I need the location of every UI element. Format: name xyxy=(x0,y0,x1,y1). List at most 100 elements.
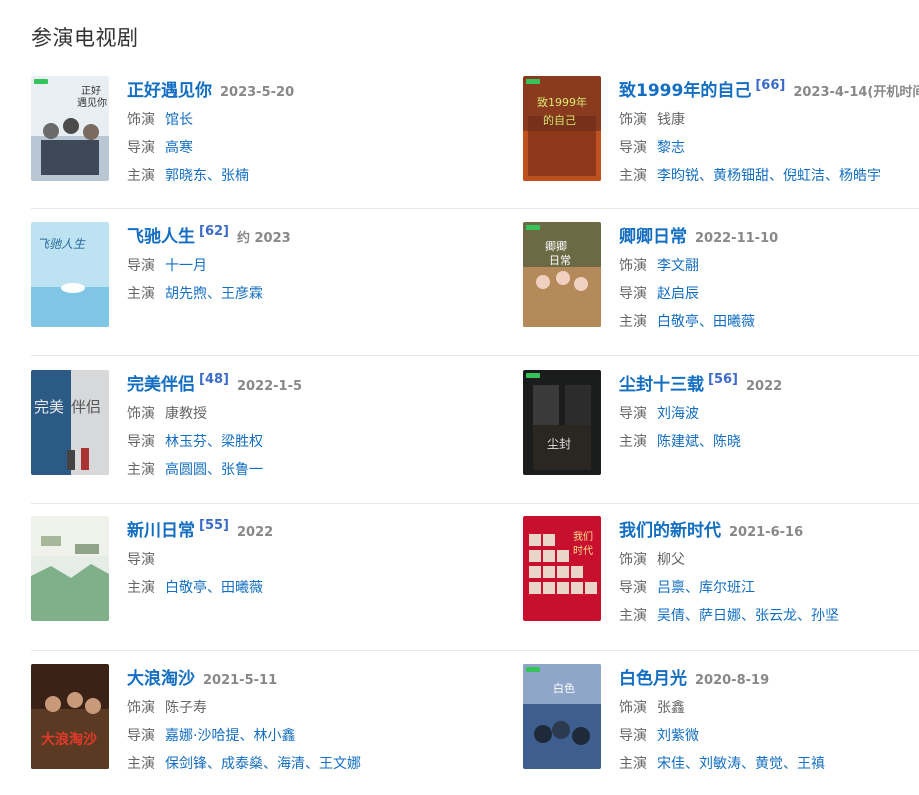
drama-title-link[interactable]: 白色月光 xyxy=(619,669,687,689)
person-link[interactable]: 陈建斌 xyxy=(657,434,699,450)
drama-item: 白色 白色月光 2020-8-19 饰演 张鑫 导演 刘紫微 主演 宋佳、刘敏涛、黄觉、王禛 xyxy=(523,664,919,784)
person-link[interactable]: 张云龙 xyxy=(755,608,797,624)
credit-label: 主演 xyxy=(127,580,155,596)
person-link[interactable]: 王文娜 xyxy=(319,756,361,772)
poster-qingqing-richang[interactable]: 卿卿 日常 xyxy=(523,222,601,327)
person-link[interactable]: 嘉娜·沙哈提 xyxy=(165,728,239,744)
poster-dalang-taosha[interactable]: 大浪淘沙 xyxy=(31,664,109,769)
person-link[interactable]: 库尔班江 xyxy=(699,580,755,596)
drama-title-link[interactable]: 致1999年的自己 xyxy=(619,81,751,101)
person-link[interactable]: 刘海波 xyxy=(657,406,699,422)
person-link[interactable]: 成泰燊 xyxy=(221,756,263,772)
person-link[interactable]: 林小鑫 xyxy=(253,728,295,744)
person-link[interactable]: 倪虹洁 xyxy=(783,168,825,184)
person-link[interactable]: 海清 xyxy=(277,756,305,772)
person-link[interactable]: 白敬亭 xyxy=(165,580,207,596)
drama-title-link[interactable]: 卿卿日常 xyxy=(619,227,687,247)
release-date: 约 2023 xyxy=(236,231,291,246)
person-link[interactable]: 梁胜权 xyxy=(221,434,263,450)
drama-item: 新川日常 [55] 2022 导演 主演 白敬亭、田曦薇 xyxy=(31,516,511,636)
drama-info: 我们的新时代 2021-6-16 饰演 柳父 导演 吕禀、库尔班江 主演 吴倩、萨日娜、张云龙… xyxy=(619,516,919,630)
drama-item: 我们 时代 我们的新时代 2021-6-16 饰演 柳父 导演 吕禀、库尔班江 主演 吴倩、萨日娜… xyxy=(523,516,919,636)
drama-title-link[interactable]: 我们的新时代 xyxy=(619,521,721,541)
person-link[interactable]: 黄杨钿甜 xyxy=(713,168,769,184)
drama-title-link[interactable]: 尘封十三载 xyxy=(619,375,704,395)
separator: 、 xyxy=(699,168,713,184)
svg-text:的自己: 的自己 xyxy=(543,113,576,127)
person-link[interactable]: 王彦霖 xyxy=(221,286,263,302)
person-link[interactable]: 高寒 xyxy=(165,140,193,156)
person-link[interactable]: 宋佳 xyxy=(657,756,685,772)
credit-line: 饰演 陈子寿 xyxy=(127,694,511,722)
credit-line: 饰演 张鑫 xyxy=(619,694,919,722)
reference-link[interactable]: [48] xyxy=(199,372,229,387)
credit-label: 导演 xyxy=(619,140,647,156)
poster-women-de-xinshidai[interactable]: 我们 时代 xyxy=(523,516,601,621)
drama-info: 白色月光 2020-8-19 饰演 张鑫 导演 刘紫微 主演 宋佳、刘敏涛、黄觉、王禛 xyxy=(619,664,919,778)
person-link[interactable]: 王禛 xyxy=(797,756,825,772)
person-link[interactable]: 吴倩 xyxy=(657,608,685,624)
title-line: 正好遇见你 2023-5-20 xyxy=(127,76,511,106)
person-link[interactable]: 林玉芬 xyxy=(165,434,207,450)
person-link[interactable]: 李昀锐 xyxy=(657,168,699,184)
drama-title-link[interactable]: 完美伴侣 xyxy=(127,375,195,395)
person-link[interactable]: 馆长 xyxy=(165,112,193,128)
person-link[interactable]: 田曦薇 xyxy=(713,314,755,330)
credit-line: 导演 吕禀、库尔班江 xyxy=(619,574,919,602)
credit-line: 主演 白敬亭、田曦薇 xyxy=(619,308,919,336)
separator: 、 xyxy=(207,168,221,184)
credit-label: 导演 xyxy=(127,552,155,568)
person-link[interactable]: 十一月 xyxy=(165,258,207,274)
person-link[interactable]: 张鲁一 xyxy=(221,462,263,478)
drama-title-link[interactable]: 正好遇见你 xyxy=(127,81,212,101)
separator: 、 xyxy=(207,286,221,302)
separator: 、 xyxy=(685,580,699,596)
title-line: 卿卿日常 2022-11-10 xyxy=(619,222,919,252)
person-link: 康教授 xyxy=(165,406,207,422)
poster-wanmei-banlv[interactable]: 完美 伴侣 xyxy=(31,370,109,475)
title-line: 致1999年的自己 [66] 2023-4-14(开机时间) xyxy=(619,76,919,106)
reference-link[interactable]: [56] xyxy=(708,372,738,387)
person-link[interactable]: 保剑锋 xyxy=(165,756,207,772)
reference-link[interactable]: [55] xyxy=(199,518,229,533)
poster-baise-yueguang[interactable]: 白色 xyxy=(523,664,601,769)
svg-text:飞驰人生: 飞驰人生 xyxy=(37,237,86,251)
poster-feichi-rensheng[interactable]: 飞驰人生 xyxy=(31,222,109,327)
release-date: 2022 xyxy=(745,379,783,394)
person-link[interactable]: 吕禀 xyxy=(657,580,685,596)
release-date: 2022-1-5 xyxy=(236,379,303,394)
drama-title-link[interactable]: 飞驰人生 xyxy=(127,227,195,247)
person-link[interactable]: 白敬亭 xyxy=(657,314,699,330)
person-link[interactable]: 刘紫微 xyxy=(657,728,699,744)
poster-zhi-1999[interactable]: 致1999年 的自己 xyxy=(523,76,601,181)
separator: 、 xyxy=(207,434,221,450)
person-link[interactable]: 杨皓宇 xyxy=(839,168,881,184)
drama-info: 新川日常 [55] 2022 导演 主演 白敬亭、田曦薇 xyxy=(127,516,511,602)
svg-text:卿卿: 卿卿 xyxy=(545,240,567,253)
drama-title-link[interactable]: 新川日常 xyxy=(127,521,195,541)
person-link[interactable]: 萨日娜 xyxy=(699,608,741,624)
drama-info: 致1999年的自己 [66] 2023-4-14(开机时间) 饰演 钱康 导演 黎志 主演 李昀… xyxy=(619,76,919,190)
separator: 、 xyxy=(685,608,699,624)
person-link[interactable]: 张楠 xyxy=(221,168,249,184)
person-link[interactable]: 黄觉 xyxy=(755,756,783,772)
person-link[interactable]: 李文翮 xyxy=(657,258,699,274)
person-link[interactable]: 孙坚 xyxy=(811,608,839,624)
person-link[interactable]: 高圆圆 xyxy=(165,462,207,478)
title-line: 新川日常 [55] 2022 xyxy=(127,516,511,546)
person-link[interactable]: 黎志 xyxy=(657,140,685,156)
poster-xinchuan-richang[interactable] xyxy=(31,516,109,621)
person-link[interactable]: 田曦薇 xyxy=(221,580,263,596)
credit-label: 主演 xyxy=(619,314,647,330)
person-link[interactable]: 陈晓 xyxy=(713,434,741,450)
reference-link[interactable]: [66] xyxy=(755,78,785,93)
person-link[interactable]: 刘敏涛 xyxy=(699,756,741,772)
section-title: 参演电视剧 xyxy=(31,26,139,50)
poster-chenfeng-shisanzai[interactable]: 尘封 xyxy=(523,370,601,475)
person-link[interactable]: 赵启辰 xyxy=(657,286,699,302)
person-link[interactable]: 郭晓东 xyxy=(165,168,207,184)
reference-link[interactable]: [62] xyxy=(199,224,229,239)
person-link[interactable]: 胡先煦 xyxy=(165,286,207,302)
drama-title-link[interactable]: 大浪淘沙 xyxy=(127,669,195,689)
poster-zhenghao-yujian-ni[interactable]: 正好 遇见你 xyxy=(31,76,109,181)
